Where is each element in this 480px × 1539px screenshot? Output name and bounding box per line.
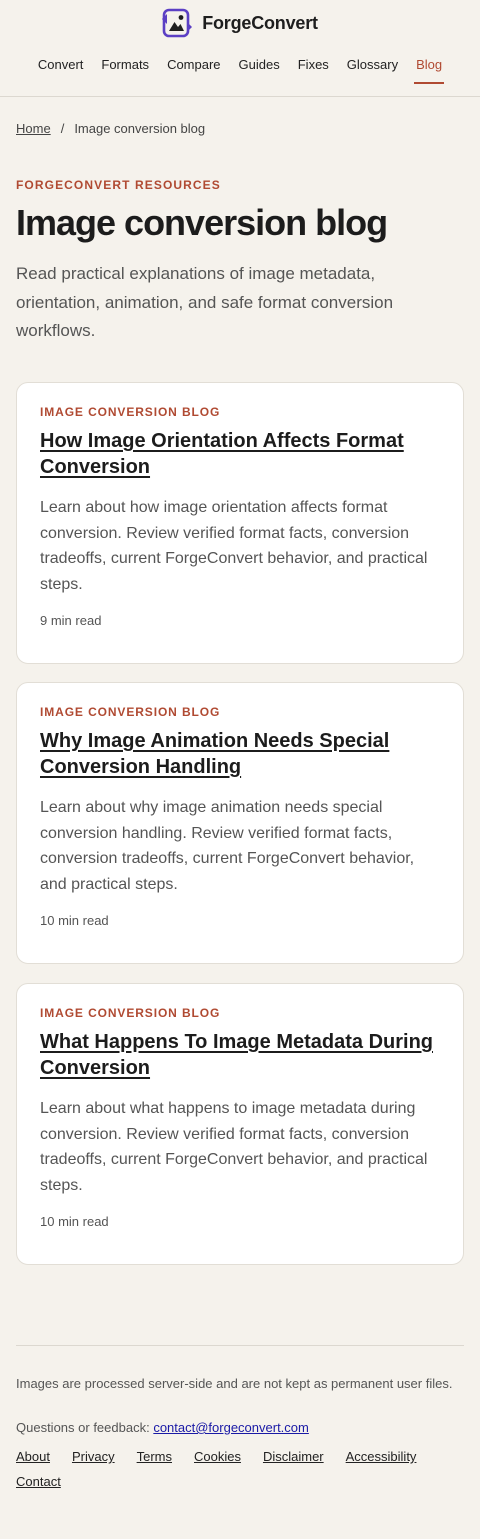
post-card: IMAGE CONVERSION BLOG What Happens To Im… (16, 983, 464, 1265)
nav-item-convert[interactable]: Convert (38, 57, 84, 84)
breadcrumb-current: Image conversion blog (74, 121, 206, 136)
forgeconvert-logo-icon (162, 8, 193, 38)
footer-link-contact[interactable]: Contact (16, 1473, 61, 1490)
nav-item-fixes[interactable]: Fixes (298, 57, 329, 84)
post-category-tag: IMAGE CONVERSION BLOG (40, 705, 221, 719)
nav-item-compare[interactable]: Compare (167, 57, 220, 84)
post-read-time: 10 min read (40, 1214, 109, 1229)
breadcrumb-home-link[interactable]: Home (16, 121, 51, 136)
contact-email-link[interactable]: contact@forgeconvert.com (153, 1420, 309, 1435)
post-title-link[interactable]: What Happens To Image Metadata During Co… (40, 1029, 440, 1081)
post-read-time: 10 min read (40, 913, 109, 928)
breadcrumb: Home / Image conversion blog (16, 121, 205, 136)
footer-link-about[interactable]: About (16, 1448, 50, 1465)
nav-item-formats[interactable]: Formats (101, 57, 149, 84)
nav-item-blog[interactable]: Blog (414, 57, 445, 84)
breadcrumb-separator: / (60, 121, 65, 136)
post-description: Learn about how image orientation affect… (40, 499, 428, 593)
post-category-tag: IMAGE CONVERSION BLOG (40, 1006, 221, 1020)
site-header: ForgeConvert Convert Formats Compare Gui… (0, 0, 480, 97)
footer-link-privacy[interactable]: Privacy (72, 1448, 115, 1465)
page-title: Image conversion blog (16, 202, 388, 243)
brand-name: ForgeConvert (202, 12, 318, 33)
post-read-time: 9 min read (40, 613, 102, 628)
post-title-link[interactable]: How Image Orientation Affects Format Con… (40, 428, 440, 480)
post-card: IMAGE CONVERSION BLOG Why Image Animatio… (16, 682, 464, 964)
brand[interactable]: ForgeConvert (0, 7, 480, 39)
footer-link-disclaimer[interactable]: Disclaimer (263, 1448, 324, 1465)
hero-intro: Read practical explanations of image met… (16, 264, 394, 340)
main-nav: Convert Formats Compare Guides Fixes Glo… (0, 57, 480, 84)
post-title-link[interactable]: Why Image Animation Needs Special Conver… (40, 728, 440, 780)
footer-links: About Privacy Terms Cookies Disclaimer A… (16, 1448, 456, 1490)
nav-item-guides[interactable]: Guides (239, 57, 280, 84)
footer-contact: Questions or feedback: contact@forgeconv… (16, 1420, 309, 1435)
footer-link-terms[interactable]: Terms (137, 1448, 172, 1465)
post-description: Learn about what happens to image metada… (40, 1100, 428, 1194)
post-description: Learn about why image animation needs sp… (40, 799, 415, 893)
footer-divider (16, 1345, 464, 1346)
footer-link-cookies[interactable]: Cookies (194, 1448, 241, 1465)
nav-item-glossary[interactable]: Glossary (347, 57, 398, 84)
post-category-tag: IMAGE CONVERSION BLOG (40, 405, 221, 419)
footer-link-accessibility[interactable]: Accessibility (346, 1448, 417, 1465)
post-card: IMAGE CONVERSION BLOG How Image Orientat… (16, 382, 464, 664)
footer-contact-prefix: Questions or feedback: (16, 1420, 154, 1435)
hero-eyebrow: FORGECONVERT RESOURCES (16, 178, 221, 192)
footer-note: Images are processed server-side and are… (16, 1376, 453, 1391)
